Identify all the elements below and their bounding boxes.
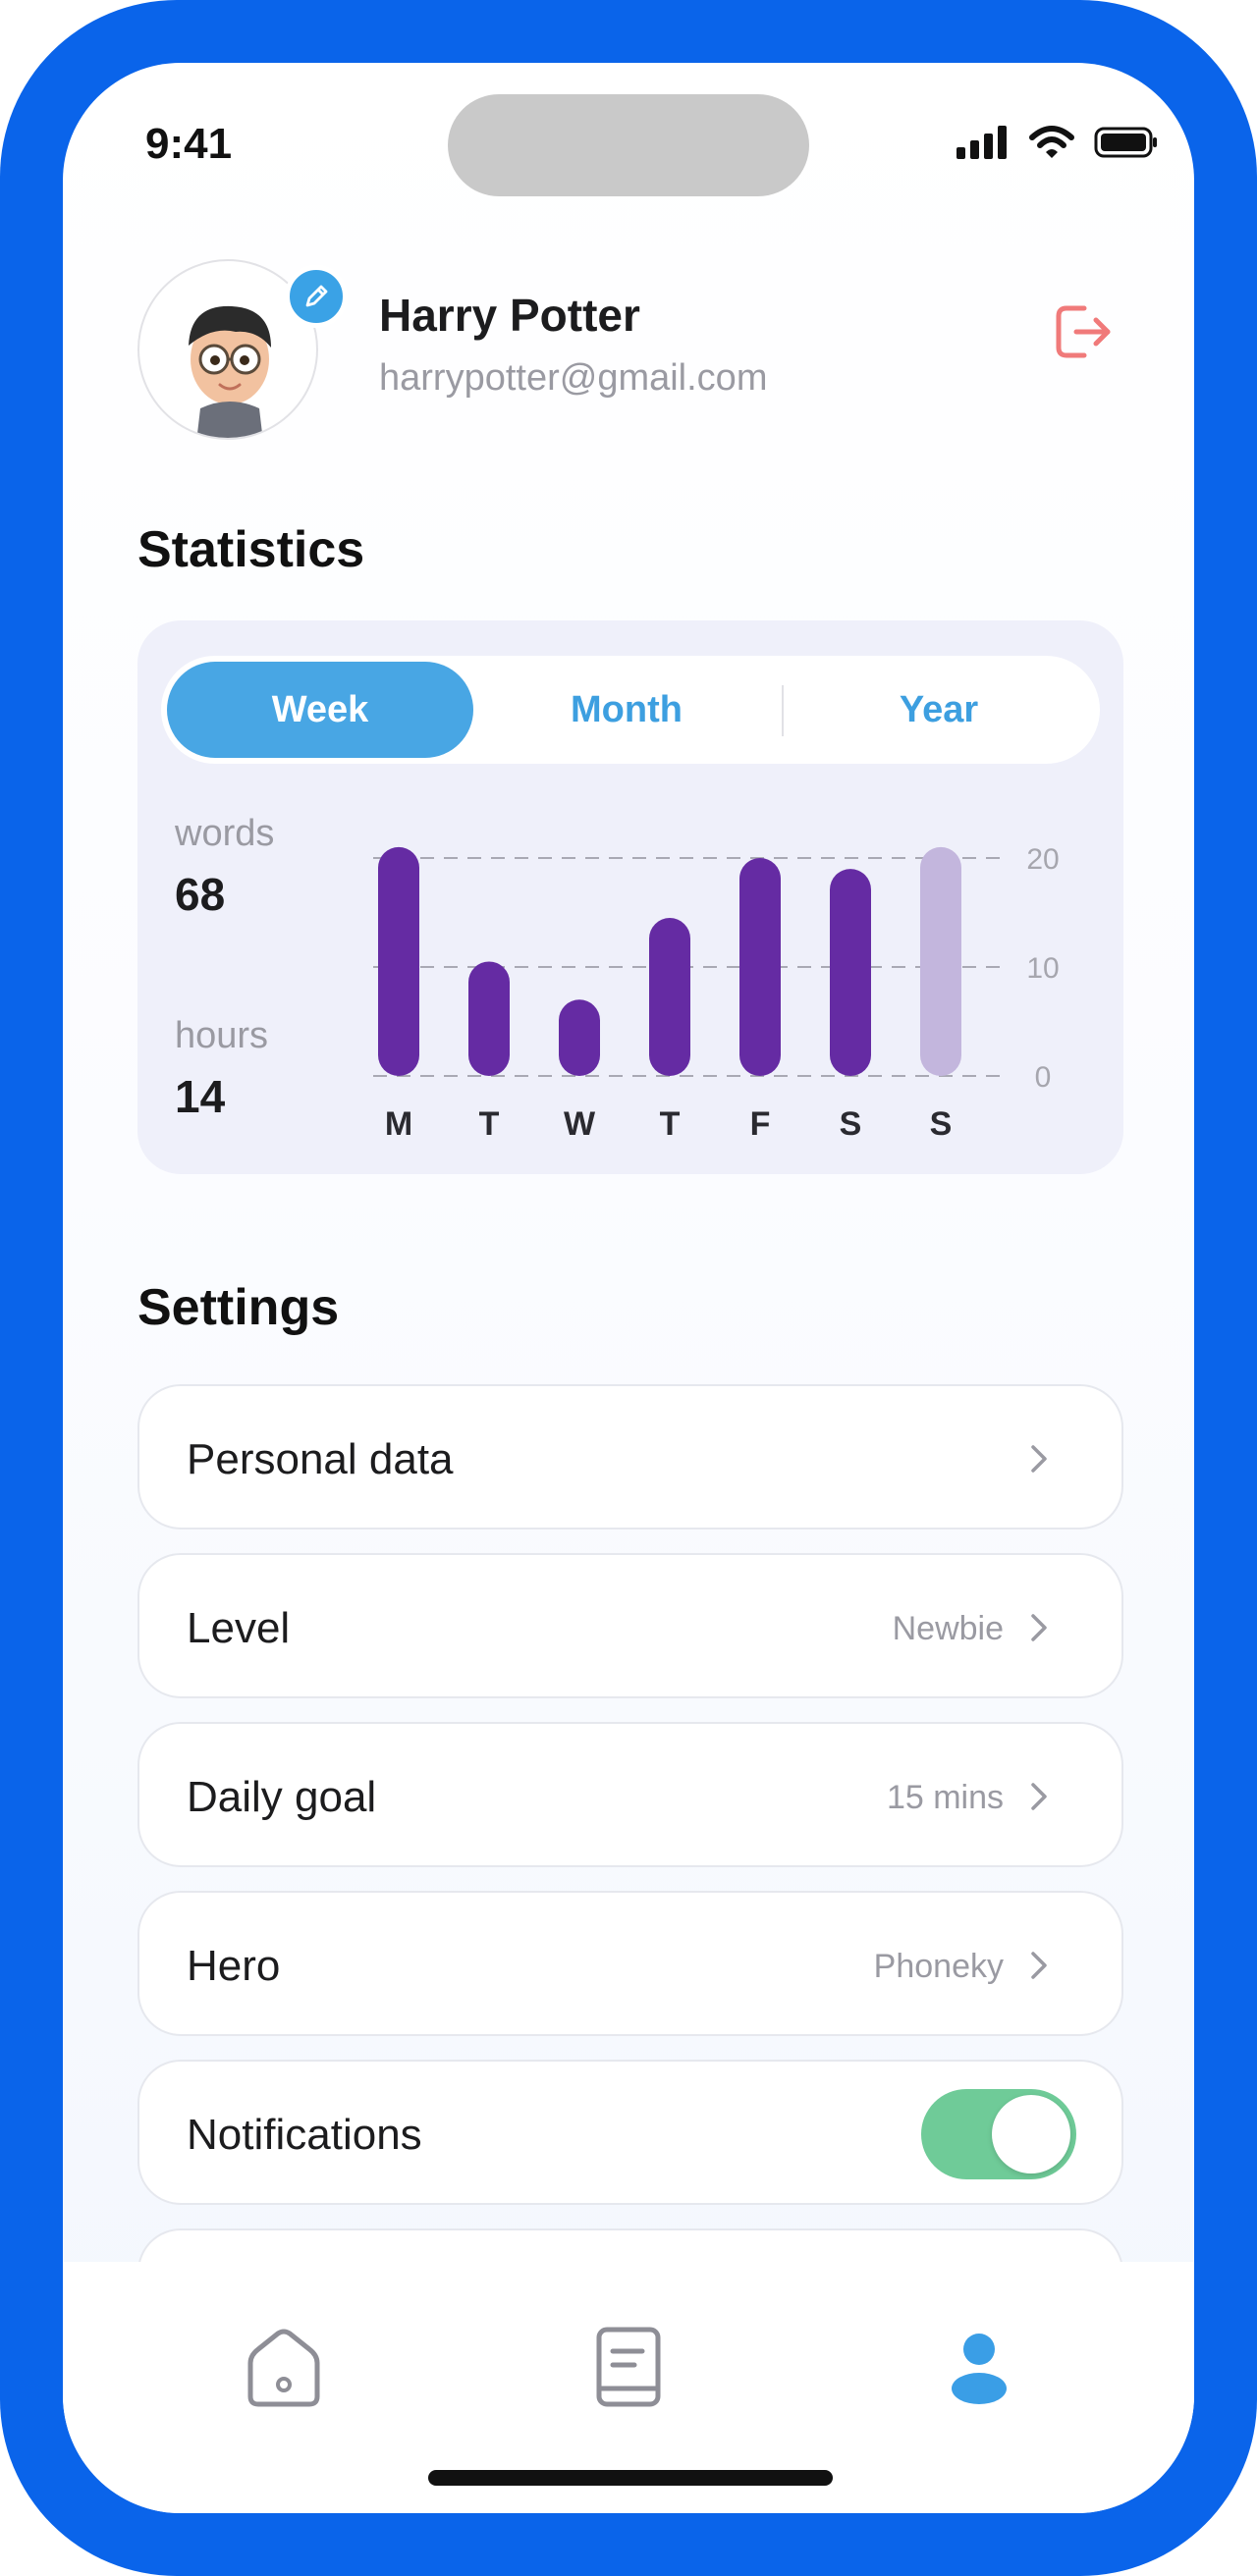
- status-icons: [956, 126, 1159, 159]
- device-frame: 9:41 Harry Potter harrypotter@gmail.com …: [0, 0, 1257, 2576]
- settings-row-level[interactable]: Level Newbie: [137, 1553, 1123, 1698]
- weekly-bar-chart: 20 10 0 M T W T F S S: [373, 843, 1060, 1143]
- row-label: Daily goal: [187, 1773, 377, 1821]
- user-email: harrypotter@gmail.com: [379, 357, 768, 399]
- x-tick-label: T: [660, 1105, 681, 1143]
- dynamic-island: [448, 94, 809, 196]
- chevron-right-icon: [1031, 1445, 1047, 1473]
- settings-row-personal-data[interactable]: Personal data: [137, 1384, 1123, 1530]
- pencil-icon: [305, 285, 328, 307]
- status-time: 9:41: [145, 120, 233, 168]
- toggle-knob: [992, 2095, 1070, 2174]
- app-screen: 9:41 Harry Potter harrypotter@gmail.com …: [63, 63, 1194, 2513]
- tab-week[interactable]: Week: [167, 662, 473, 758]
- y-tick-label: 0: [1035, 1061, 1052, 1094]
- y-tick-label: 20: [1026, 843, 1059, 876]
- settings-row-hero[interactable]: Hero Phoneky: [137, 1891, 1123, 2036]
- words-label: words: [175, 813, 275, 854]
- user-name: Harry Potter: [379, 290, 640, 341]
- bar-4: [739, 858, 781, 1076]
- battery-icon: [1094, 127, 1157, 158]
- row-label: Notifications: [187, 2111, 422, 2159]
- x-tick-label: W: [564, 1105, 596, 1143]
- notifications-toggle[interactable]: [921, 2089, 1076, 2179]
- profile-header: Harry Potter harrypotter@gmail.com: [137, 259, 1120, 446]
- tab-year[interactable]: Year: [786, 662, 1092, 758]
- profile-icon: [952, 2334, 1007, 2404]
- hours-value: 14: [175, 1071, 226, 1122]
- signal-icon: [956, 126, 1007, 159]
- bar-6: [920, 846, 961, 1076]
- statistics-card: Week Month Year words 68 hours 14 20 10 0 M…: [137, 620, 1123, 1174]
- home-icon: [247, 2329, 320, 2407]
- chevron-right-icon: [1031, 1614, 1047, 1641]
- statistics-title: Statistics: [137, 521, 365, 578]
- row-label: Level: [187, 1604, 291, 1652]
- x-tick-label: T: [479, 1105, 500, 1143]
- settings-row-daily-goal[interactable]: Daily goal 15 mins: [137, 1722, 1123, 1867]
- settings-title: Settings: [137, 1279, 340, 1336]
- tab-lessons[interactable]: [574, 2313, 683, 2421]
- bar-0: [378, 846, 419, 1076]
- bar-3: [649, 918, 690, 1076]
- x-tick-label: S: [840, 1105, 862, 1143]
- segment-divider: [782, 685, 784, 736]
- chevron-right-icon: [1031, 1783, 1047, 1810]
- logout-button[interactable]: [1045, 295, 1120, 369]
- bar-5: [830, 869, 871, 1076]
- row-label: Hero: [187, 1942, 281, 1990]
- tab-home[interactable]: [230, 2313, 338, 2421]
- x-tick-label: F: [750, 1105, 771, 1143]
- bar-1: [468, 961, 510, 1076]
- tab-profile[interactable]: [925, 2313, 1033, 2421]
- logout-icon: [1056, 305, 1111, 358]
- home-indicator: [428, 2470, 833, 2486]
- row-value: 15 mins: [886, 1779, 1004, 1816]
- row-label: Personal data: [187, 1435, 454, 1483]
- edit-avatar-button[interactable]: [285, 265, 348, 328]
- period-segmented-control: Week Month Year: [161, 656, 1100, 764]
- settings-row-notifications: Notifications: [137, 2060, 1123, 2205]
- bar-2: [559, 999, 600, 1076]
- row-value: Newbie: [892, 1610, 1004, 1647]
- x-tick-label: S: [930, 1105, 953, 1143]
- x-tick-label: M: [385, 1105, 412, 1143]
- row-value: Phoneky: [873, 1948, 1004, 1985]
- chevron-right-icon: [1031, 1952, 1047, 1979]
- words-value: 68: [175, 869, 226, 920]
- book-icon: [596, 2327, 661, 2407]
- hours-label: hours: [175, 1015, 269, 1056]
- y-tick-label: 10: [1026, 952, 1059, 985]
- tab-month[interactable]: Month: [473, 662, 780, 758]
- wifi-icon: [1029, 126, 1074, 158]
